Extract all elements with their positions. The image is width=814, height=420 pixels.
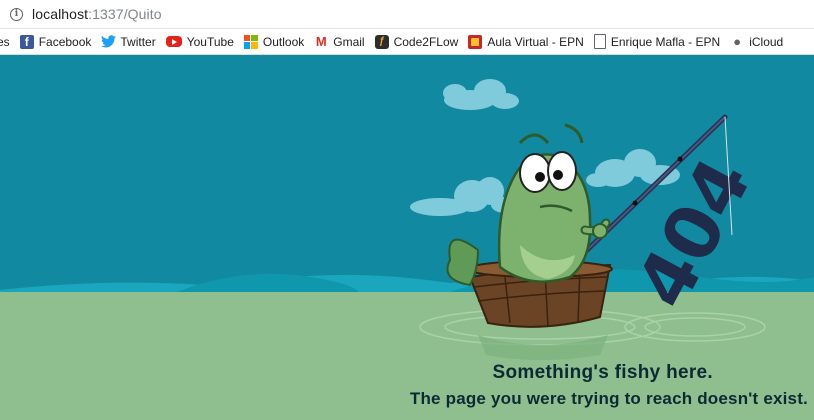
bookmark-gmail[interactable]: M Gmail	[314, 33, 365, 49]
bookmark-label: Outlook	[262, 34, 305, 49]
gmail-icon: M	[315, 33, 327, 49]
error-title: Something's fishy here.	[492, 362, 713, 383]
bookmark-code2flow[interactable]: ƒ Code2FLow	[374, 34, 459, 49]
youtube-icon	[165, 36, 182, 47]
url-path: :1337/Quito	[88, 6, 162, 22]
info-icon[interactable]: i	[10, 7, 23, 21]
bookmark-enrique-mafla[interactable]: Enrique Mafla - EPN	[593, 34, 721, 49]
error-subtitle: The page you were trying to reach doesn'…	[409, 389, 808, 408]
document-icon	[593, 34, 606, 49]
cloud-icon	[586, 149, 680, 187]
bookmark-label: YouTube	[186, 34, 234, 49]
facebook-icon: f	[19, 34, 34, 49]
bookmark-label: Facebook	[38, 34, 92, 49]
microsoft-icon	[243, 34, 258, 49]
bookmark-label: Twitter	[120, 34, 156, 49]
bookmark-label: Gmail	[333, 34, 365, 49]
bookmark-label: Aula Virtual - EPN	[487, 34, 584, 49]
bookmark-es[interactable]: es	[0, 35, 10, 49]
url-text[interactable]: localhost:1337/Quito	[32, 6, 162, 22]
aula-virtual-icon	[468, 34, 483, 49]
bookmark-twitter[interactable]: Twitter	[101, 34, 156, 49]
bookmark-facebook[interactable]: f Facebook	[19, 34, 92, 49]
cloud-icon	[443, 79, 519, 110]
bookmark-label: Enrique Mafla - EPN	[610, 34, 721, 49]
bookmark-label: Code2FLow	[393, 34, 459, 49]
bookmarks-bar: es f Facebook Twitter YouTube Outlook M …	[0, 29, 814, 55]
apple-icon: ●	[733, 33, 742, 49]
address-bar[interactable]: i localhost:1337/Quito	[0, 0, 814, 29]
code2flow-icon: ƒ	[374, 34, 389, 49]
twitter-icon	[101, 34, 117, 49]
bookmark-aula-virtual[interactable]: Aula Virtual - EPN	[468, 34, 584, 49]
bookmark-outlook[interactable]: Outlook	[243, 34, 305, 49]
url-host: localhost	[32, 6, 89, 22]
bookmark-label: es	[0, 34, 10, 49]
bookmark-label: iCloud	[749, 34, 784, 49]
bookmark-icloud[interactable]: ● iCloud	[730, 33, 784, 49]
bookmark-youtube[interactable]: YouTube	[165, 34, 234, 49]
not-found-page: 404 Something's fishy here. The page you…	[0, 55, 814, 420]
